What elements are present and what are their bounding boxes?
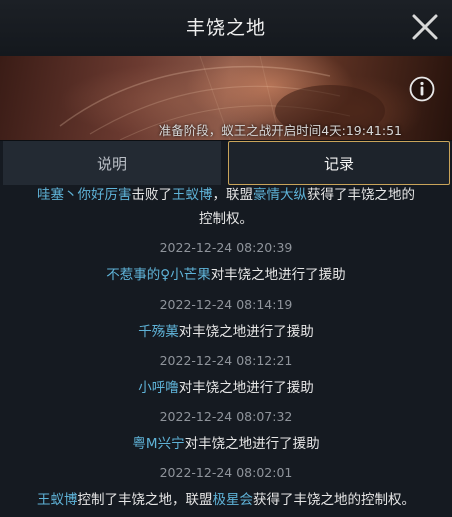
log-text: ，联盟: [212, 187, 254, 203]
log-text: 击败了: [131, 187, 173, 203]
log-text: 对丰饶之地进行了援助: [184, 436, 320, 452]
log-entry: 王蚁博控制了丰饶之地，联盟极星会获得了丰饶之地的控制权。: [0, 488, 452, 508]
dialog-title: 丰饶之地: [185, 17, 266, 39]
record-log[interactable]: 哇塞丶你好厉害击败了王蚁博，联盟豪情大纵获得了丰饶之地的 控制权。 2022-1…: [0, 185, 452, 517]
log-timestamp: 2022-12-24 08:12:21: [159, 353, 293, 368]
log-text: 控制了丰饶之地，联盟: [77, 492, 213, 508]
player-name: 不惹事的♀小芒果: [106, 267, 211, 283]
log-text: 对丰饶之地进行了援助: [178, 324, 314, 340]
log-partial-line-2: 控制权。: [199, 211, 253, 227]
log-text: 获得了丰饶之地的: [307, 187, 415, 203]
player-name: 王蚁博: [172, 187, 213, 203]
log-entry: 不惹事的♀小芒果对丰饶之地进行了援助: [0, 263, 452, 283]
tab-records[interactable]: 记录: [228, 141, 450, 185]
tab-info[interactable]: 说明: [3, 141, 221, 185]
log-text: 对丰饶之地进行了援助: [210, 267, 346, 283]
player-name: 粤M兴宁: [132, 436, 185, 452]
log-entry: 粤M兴宁对丰饶之地进行了援助: [0, 432, 452, 452]
log-timestamp: 2022-12-24 08:20:39: [159, 240, 293, 255]
log-text: 对丰饶之地进行了援助: [178, 380, 314, 396]
info-icon[interactable]: [409, 76, 435, 102]
alliance-name: 极星会: [212, 492, 254, 508]
player-name: 千殇菓: [138, 324, 179, 340]
player-name: 王蚁博: [37, 492, 78, 508]
close-icon[interactable]: [410, 12, 440, 42]
log-timestamp: 2022-12-24 08:02:01: [159, 465, 293, 480]
player-name: 小呼噜: [138, 380, 179, 396]
log-timestamp: 2022-12-24 08:14:19: [159, 297, 293, 312]
log-entry: 小呼噜对丰饶之地进行了援助: [0, 376, 452, 396]
log-partial-line: 哇塞丶你好厉害击败了王蚁博，联盟豪情大纵获得了丰饶之地的: [0, 185, 452, 203]
player-name: 哇塞丶你好厉害: [37, 187, 132, 203]
log-timestamp: 2022-12-24 08:07:32: [159, 409, 293, 424]
alliance-name: 豪情大纵: [253, 187, 307, 203]
dialog-header: 丰饶之地: [0, 0, 452, 57]
phase-status-text: 准备阶段，蚁王之战开启时间4天:19:41:51: [158, 123, 402, 138]
log-text: 获得了丰饶之地的控制权。: [253, 492, 415, 508]
log-entry: 千殇菓对丰饶之地进行了援助: [0, 320, 452, 340]
